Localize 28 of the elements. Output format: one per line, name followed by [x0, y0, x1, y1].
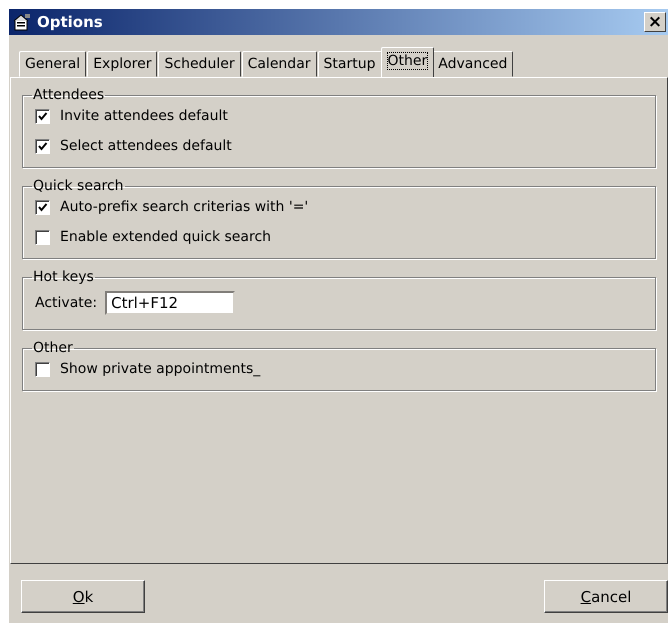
checkbox-label[interactable]: Select attendees default — [60, 138, 232, 154]
checkbox[interactable] — [35, 138, 50, 154]
group-title: Hot keys — [32, 269, 95, 285]
checkbox-label[interactable]: Auto-prefix search criterias with '=' — [60, 199, 308, 215]
tab[interactable]: Other — [380, 47, 434, 77]
tab[interactable]: Advanced — [432, 51, 514, 77]
tab[interactable]: General — [19, 51, 86, 77]
checkbox-label[interactable]: Invite attendees default — [60, 108, 228, 124]
dialog-button[interactable]: Cancel — [544, 580, 668, 613]
checkbox-label[interactable]: Enable extended quick search — [60, 229, 272, 245]
window-title: Options — [37, 13, 104, 31]
checkbox[interactable] — [35, 108, 50, 124]
checkbox-label[interactable]: Show private appointments_ — [60, 361, 260, 377]
field-label: Activate: — [35, 295, 98, 311]
group-title: Attendees — [32, 87, 106, 103]
checkbox[interactable] — [35, 200, 50, 214]
checkbox[interactable] — [35, 230, 50, 244]
group-title: Other — [32, 340, 74, 356]
tab[interactable]: Startup — [318, 51, 382, 77]
close-button[interactable]: × — [644, 12, 666, 32]
checkbox[interactable] — [35, 362, 50, 376]
group-title: Quick search — [32, 178, 125, 194]
tab[interactable]: Scheduler — [158, 51, 241, 77]
tab[interactable]: Explorer — [87, 51, 158, 77]
input-field[interactable]: Ctrl+F12 — [105, 291, 236, 315]
window-icon — [13, 13, 31, 31]
tab[interactable]: Calendar — [242, 51, 317, 77]
dialog-button[interactable]: Ok — [21, 580, 145, 613]
